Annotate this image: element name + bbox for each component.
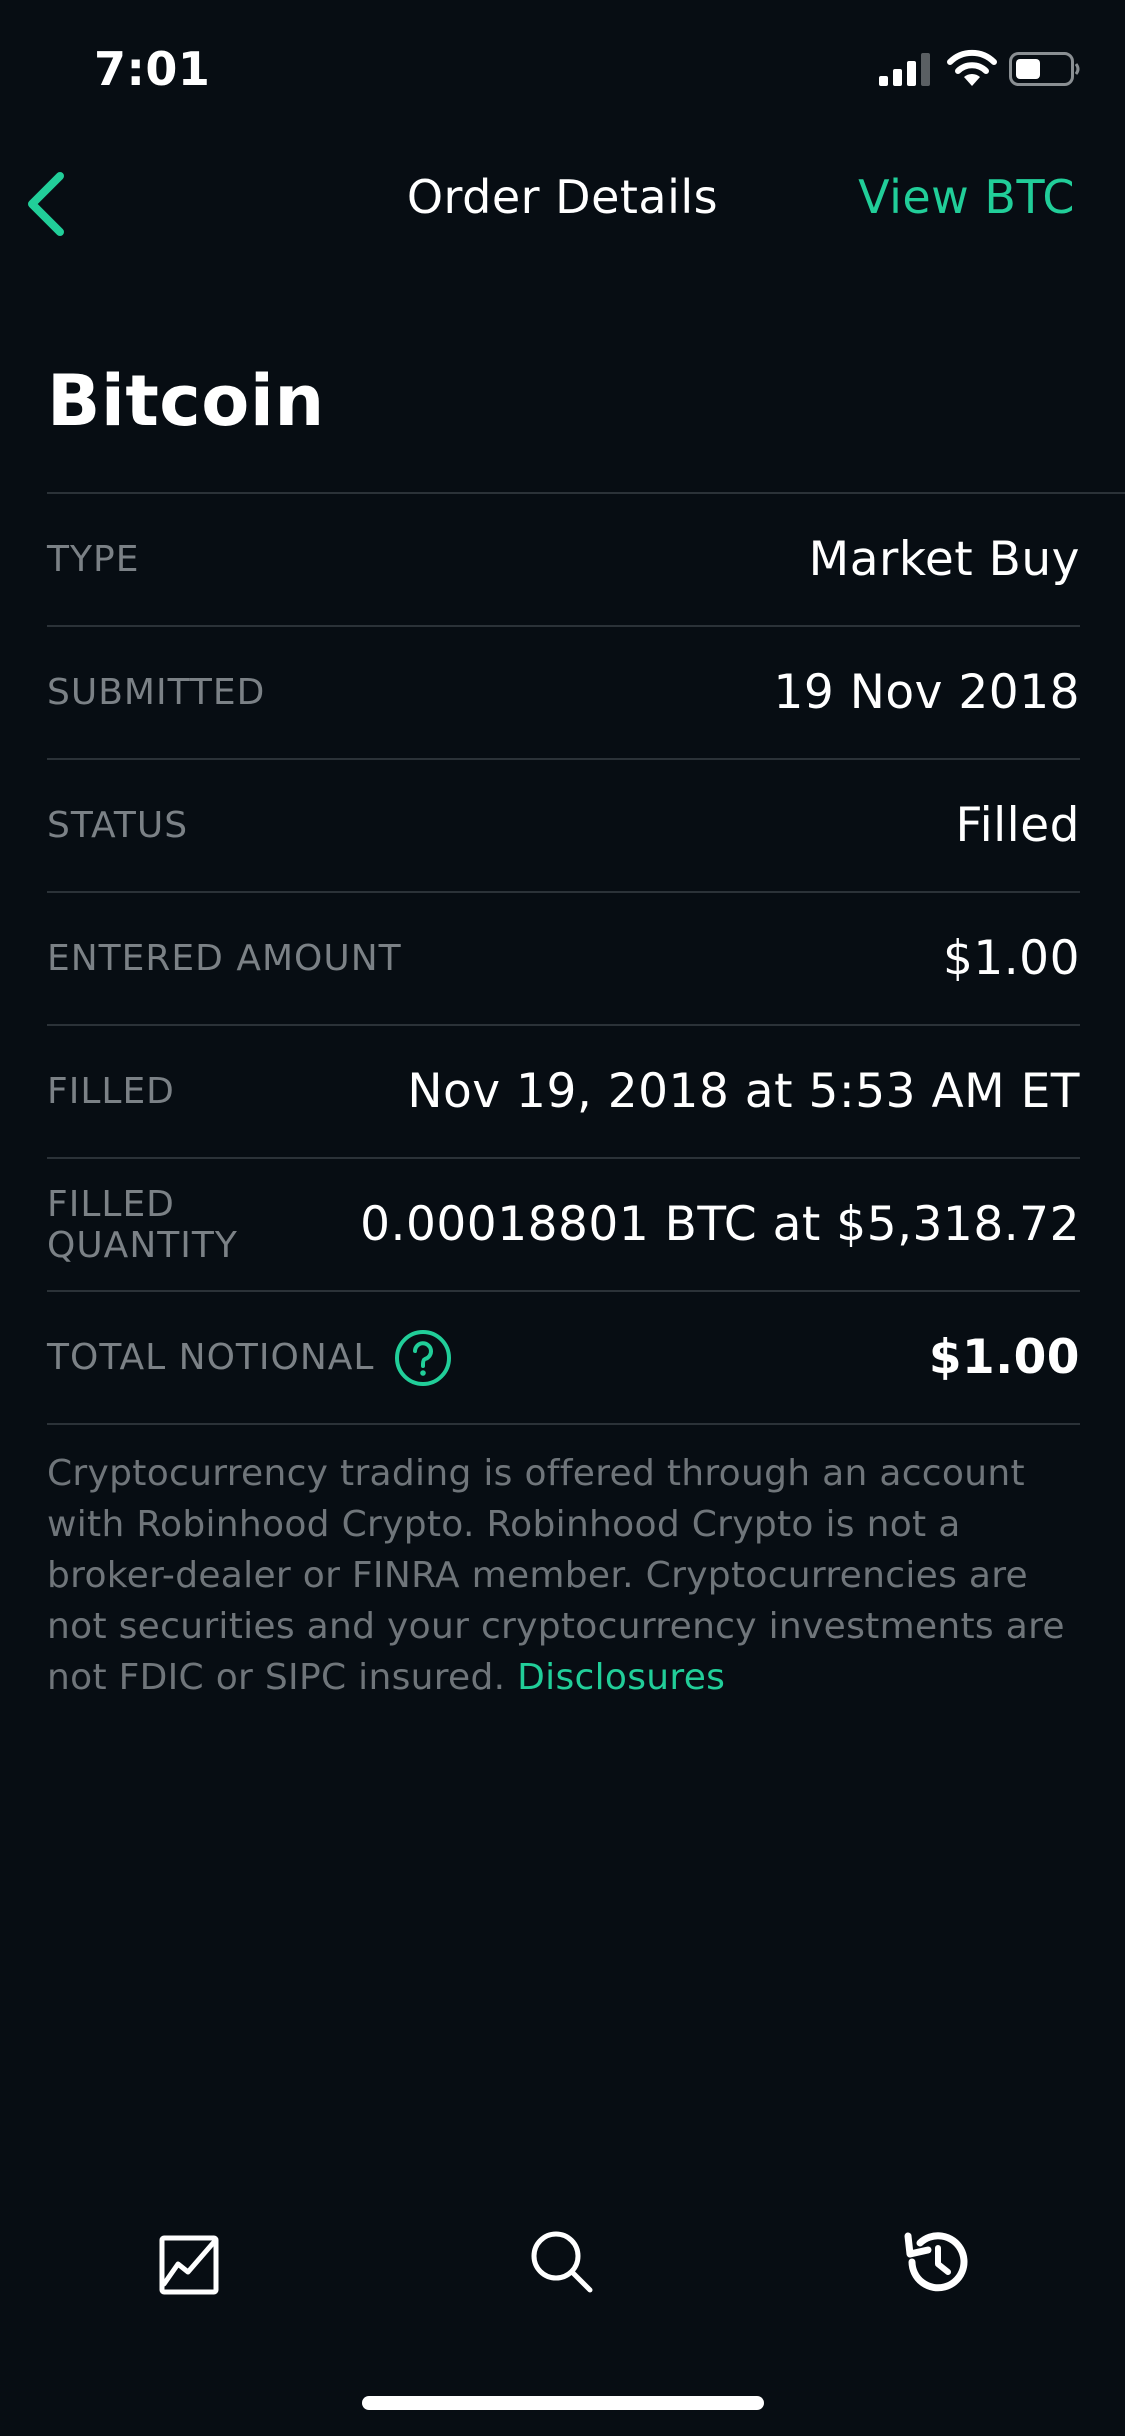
detail-row-filled: FILLED Nov 19, 2018 at 5:53 AM ET	[47, 1026, 1080, 1159]
detail-row-entered-amount: ENTERED AMOUNT $1.00	[47, 893, 1080, 1026]
battery-icon	[1009, 52, 1080, 86]
detail-row-submitted: SUBMITTED 19 Nov 2018	[47, 627, 1080, 760]
detail-label-with-help: TOTAL NOTIONAL	[47, 1329, 452, 1387]
detail-value: 0.00018801 BTC at $5,318.72	[360, 1197, 1080, 1252]
disclosures-link[interactable]: Disclosures	[517, 1657, 725, 1698]
cellular-signal-icon	[879, 53, 930, 86]
detail-value: $1.00	[942, 931, 1080, 986]
portfolio-chart-icon[interactable]	[148, 2224, 228, 2304]
detail-label: TYPE	[47, 539, 140, 580]
detail-value: Nov 19, 2018 at 5:53 AM ET	[407, 1064, 1080, 1119]
wifi-icon	[947, 49, 997, 86]
navigation-bar: Order Details View BTC	[0, 140, 1125, 265]
help-question-icon[interactable]	[394, 1329, 452, 1387]
detail-row-total-notional: TOTAL NOTIONAL $1.00	[47, 1292, 1080, 1425]
search-icon[interactable]	[522, 2222, 602, 2302]
tab-bar	[0, 2220, 1125, 2320]
detail-label: STATUS	[47, 805, 189, 846]
view-btc-button[interactable]: View BTC	[858, 170, 1075, 224]
detail-value: 19 Nov 2018	[773, 665, 1080, 720]
status-time: 7:01	[94, 42, 211, 96]
detail-label: TOTAL NOTIONAL	[47, 1337, 375, 1378]
detail-label: FILLED QUANTITY	[47, 1183, 238, 1266]
disclaimer: Cryptocurrency trading is offered throug…	[47, 1448, 1087, 1703]
detail-value: Filled	[955, 798, 1080, 853]
detail-label: FILLED	[47, 1071, 175, 1112]
detail-label: ENTERED AMOUNT	[47, 938, 402, 979]
home-indicator[interactable]	[362, 2396, 764, 2410]
detail-label: SUBMITTED	[47, 672, 266, 713]
history-icon[interactable]	[896, 2222, 976, 2302]
detail-value: Market Buy	[808, 532, 1080, 587]
detail-value: $1.00	[928, 1330, 1080, 1385]
detail-row-filled-quantity: FILLED QUANTITY 0.00018801 BTC at $5,318…	[47, 1159, 1080, 1292]
status-bar: 7:01	[0, 0, 1125, 140]
detail-row-type: TYPE Market Buy	[47, 494, 1080, 627]
detail-row-status: STATUS Filled	[47, 760, 1080, 893]
asset-name: Bitcoin	[47, 360, 325, 442]
order-details-list: TYPE Market Buy SUBMITTED 19 Nov 2018 ST…	[47, 494, 1080, 1425]
